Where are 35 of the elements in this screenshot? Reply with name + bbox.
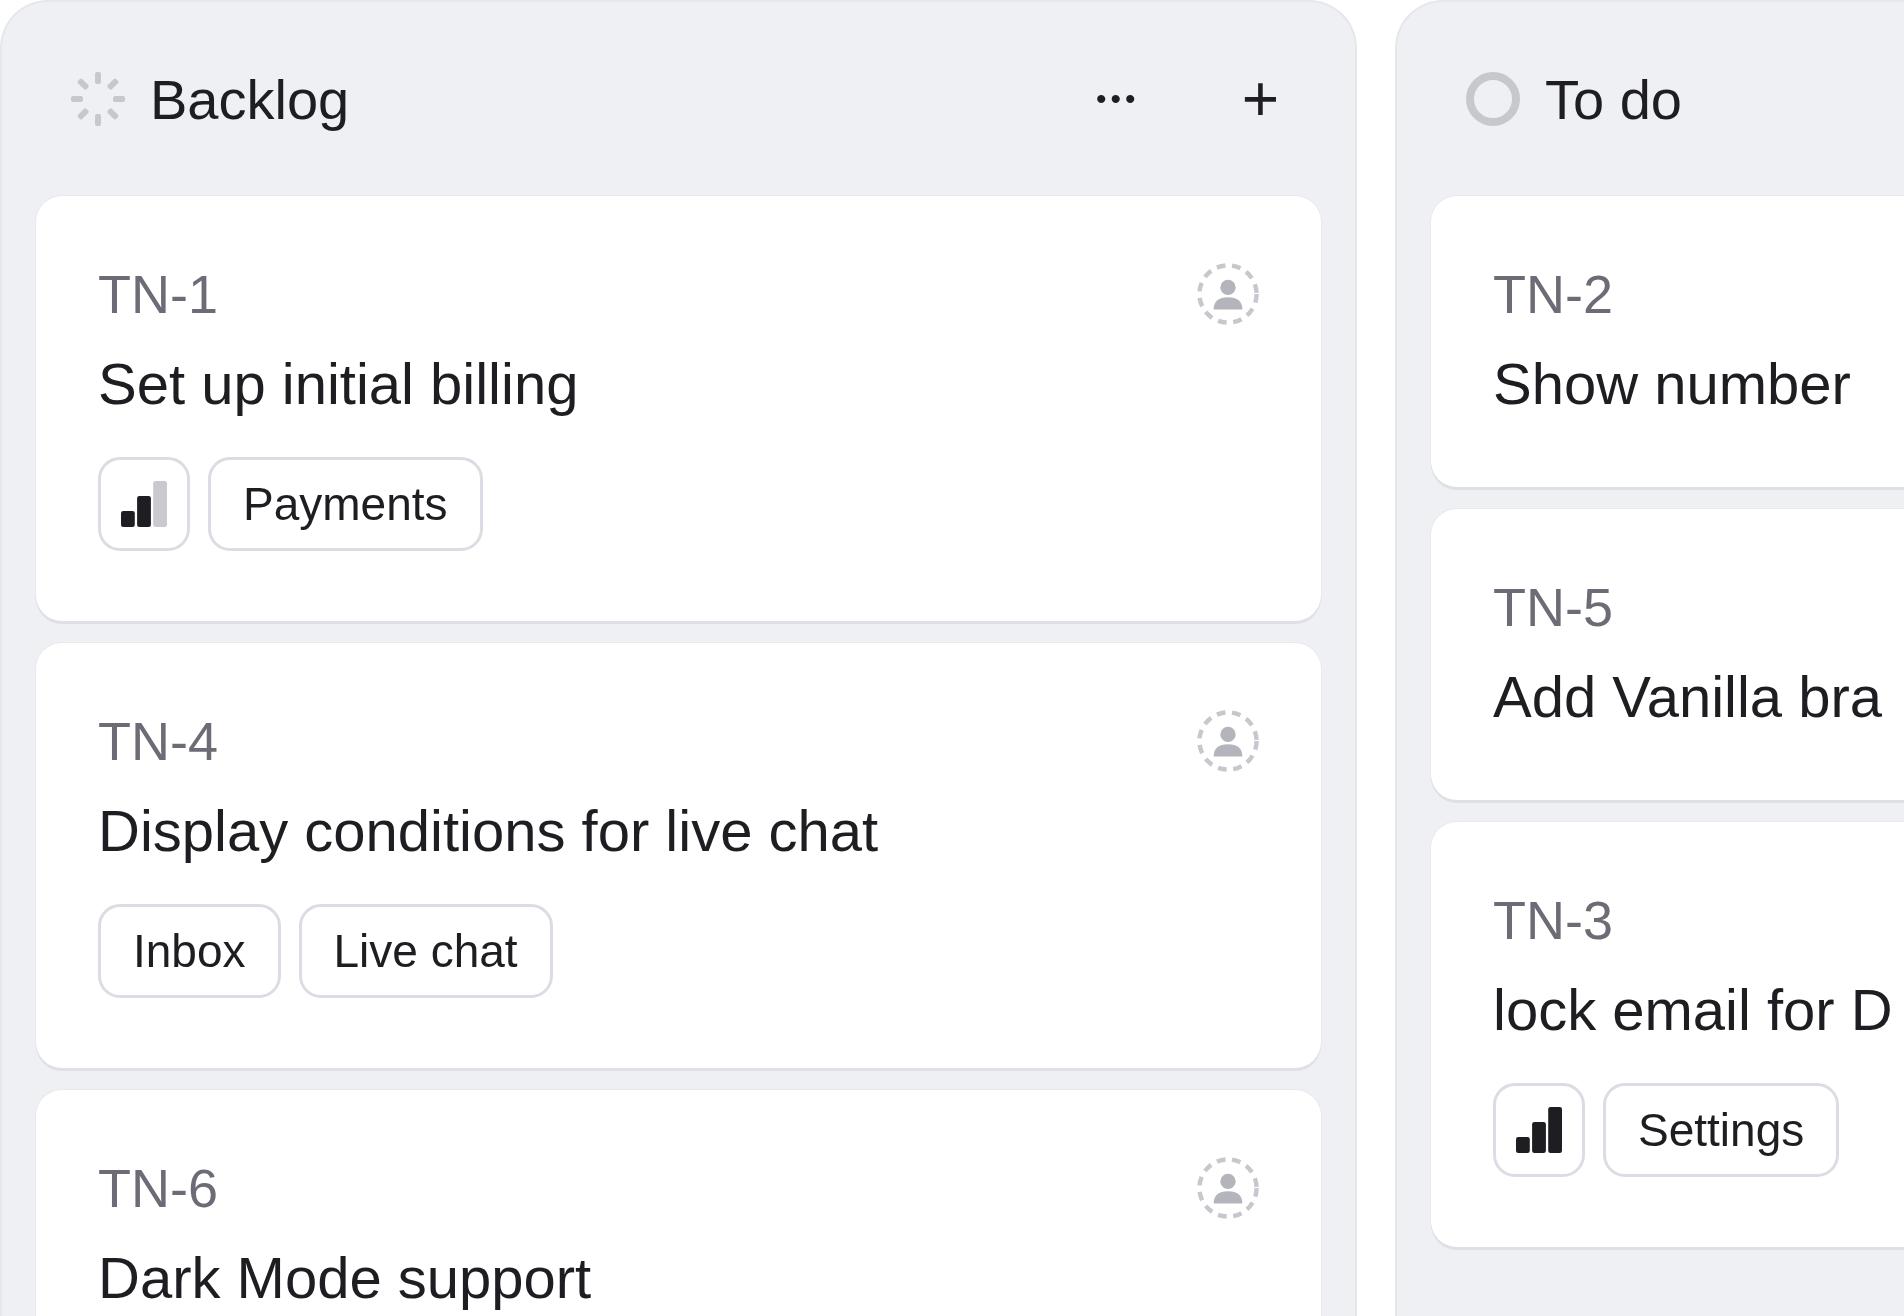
issue-title: Dark Mode support: [98, 1244, 593, 1311]
issue-id: TN-4: [98, 710, 218, 772]
signal-bars-icon: [1516, 1107, 1562, 1153]
issue-title: Set up initial billing: [98, 350, 580, 417]
issue-id: TN-3: [1493, 889, 1613, 951]
issue-title: Display conditions for live chat: [98, 797, 880, 864]
unassigned-user-icon[interactable]: [1195, 708, 1261, 774]
issue-card[interactable]: TN-4 Display conditions for live chat Inbox Live chat: [36, 643, 1321, 1068]
add-button[interactable]: +: [1231, 67, 1289, 131]
issue-id: TN-5: [1493, 576, 1613, 638]
dashed-circle-icon: [68, 69, 128, 129]
column-title: To do: [1545, 66, 1683, 132]
issue-id: TN-6: [98, 1157, 218, 1219]
issue-id: TN-2: [1493, 263, 1613, 325]
issue-title: Show number: [1493, 350, 1852, 417]
issue-card[interactable]: TN-3 lock email for D Settings: [1431, 822, 1904, 1247]
issue-title: Add Vanilla bra: [1493, 663, 1884, 730]
unassigned-user-icon[interactable]: [1195, 261, 1261, 327]
label-tag[interactable]: Settings: [1603, 1083, 1840, 1177]
issue-card[interactable]: TN-2 Show number: [1431, 196, 1904, 487]
label-tag[interactable]: Inbox: [98, 904, 281, 998]
issue-id: TN-1: [98, 263, 218, 325]
issue-card[interactable]: TN-1 Set up initial billing Payments: [36, 196, 1321, 621]
label-tag[interactable]: Live chat: [298, 904, 553, 998]
signal-bars-icon: [121, 481, 167, 527]
unassigned-user-icon[interactable]: [1195, 1155, 1261, 1221]
priority-tag[interactable]: [1493, 1083, 1585, 1177]
circle-icon: [1463, 69, 1523, 129]
column-title: Backlog: [150, 66, 351, 132]
priority-tag[interactable]: [98, 457, 190, 551]
issue-card[interactable]: TN-6 Dark Mode support: [36, 1090, 1321, 1316]
issue-title: lock email for D: [1493, 976, 1894, 1043]
label-tag[interactable]: Payments: [208, 457, 483, 551]
issue-card[interactable]: TN-5 Add Vanilla bra: [1431, 509, 1904, 800]
more-button[interactable]: •••: [1086, 82, 1150, 116]
